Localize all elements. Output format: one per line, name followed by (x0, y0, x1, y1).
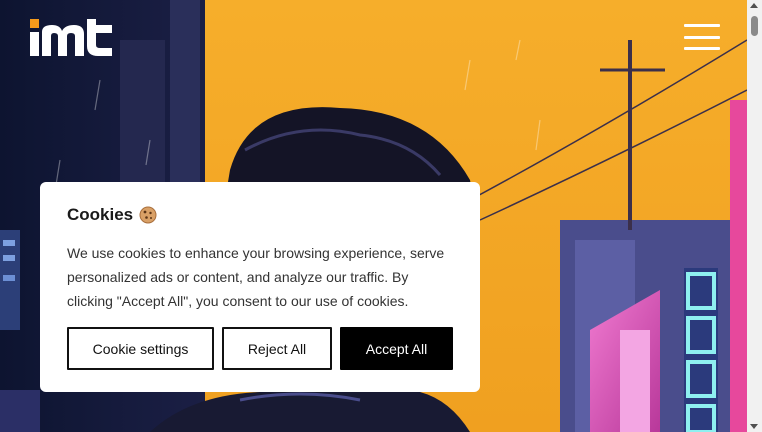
scroll-down-icon[interactable] (750, 424, 758, 429)
cookie-consent-dialog: Cookies We use cookies to enhance your b… (40, 182, 480, 392)
cookie-message: We use cookies to enhance your browsing … (67, 245, 445, 309)
cookie-button-group: Cookie settings Reject All Accept All (67, 327, 453, 370)
scroll-thumb[interactable] (751, 16, 758, 36)
vertical-scrollbar[interactable] (747, 0, 762, 432)
menu-bar (684, 47, 720, 50)
cookie-icon (139, 206, 157, 224)
scroll-up-icon[interactable] (750, 3, 758, 8)
menu-bar (684, 35, 720, 39)
accept-all-button[interactable]: Accept All (340, 327, 453, 370)
cookie-settings-button[interactable]: Cookie settings (67, 327, 214, 370)
brand-logo[interactable] (30, 19, 112, 56)
cookie-title: Cookies (67, 205, 134, 224)
cookie-title-row: Cookies (67, 204, 453, 226)
hamburger-menu-icon[interactable] (684, 24, 720, 50)
page: Cookies We use cookies to enhance your b… (0, 0, 747, 432)
reject-all-button[interactable]: Reject All (222, 327, 332, 370)
menu-bar (684, 24, 720, 27)
